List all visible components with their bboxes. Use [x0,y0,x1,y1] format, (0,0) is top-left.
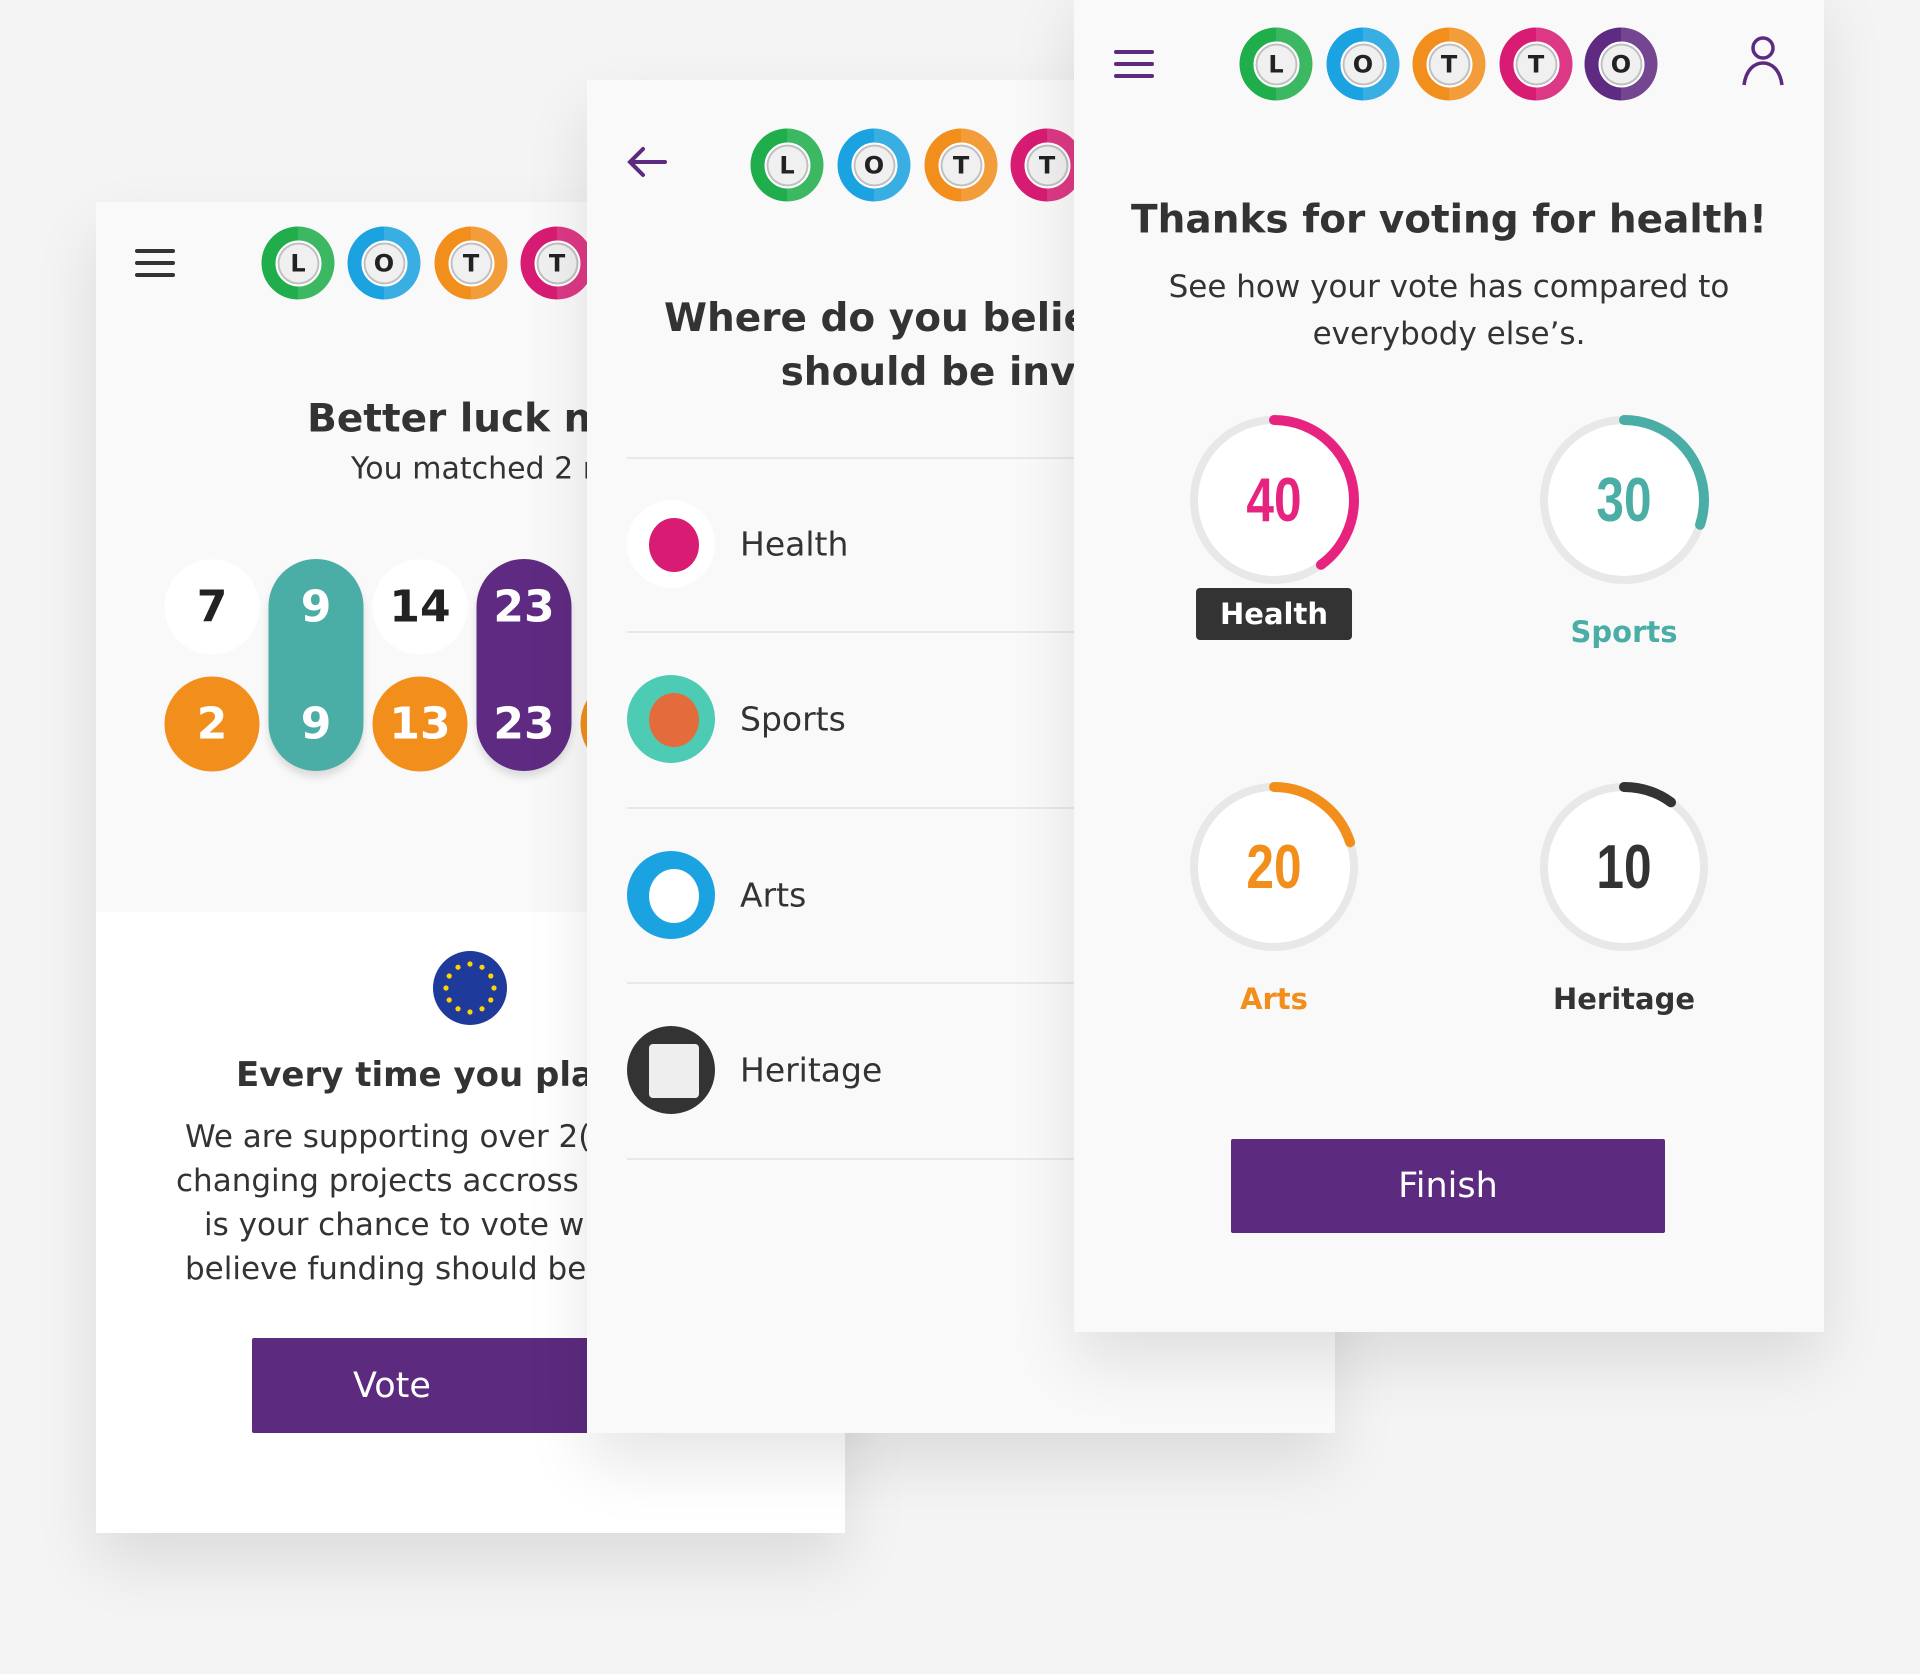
lotto-number: 7 [164,559,260,655]
logo-ball: T [434,226,508,300]
lotto-number: 9 [300,698,332,750]
result-label: Heritage [1552,982,1696,1016]
user-icon[interactable] [1740,35,1786,87]
selected-result-badge: Health [1196,588,1352,640]
logo-ball: T [1010,128,1084,202]
eu-body-line: believe funding should be [185,1251,587,1287]
thanks-subtitle: everybody else’s. [1312,316,1586,352]
gauge-value: 30 [1596,465,1652,535]
arrow-left-icon[interactable] [625,144,669,180]
vote-option-label: Arts [740,875,807,914]
logo-letter: L [275,240,321,286]
logo-letter: O [1340,41,1386,87]
logo-letter: T [1513,41,1559,87]
result-label: Sports [1570,615,1678,649]
vote-question-line: Where do you believe [664,296,1142,341]
lotto-number: 14 [372,559,468,655]
vote-button-label: Vote [353,1365,431,1406]
logo-ball: L [750,128,824,202]
eu-body-line: changing projects accross E [176,1163,609,1199]
football-icon [627,675,715,763]
logo-ball: T [520,226,594,300]
hamburger-icon[interactable] [135,241,175,285]
logo-ball: T [1499,27,1573,101]
finish-button[interactable]: Finish [1231,1139,1665,1233]
logo-ball: O [1326,27,1400,101]
lotto-number: 23 [493,581,555,633]
logo-letter: T [534,240,580,286]
logo-ball: T [1412,27,1486,101]
lotto-number: 13 [372,676,468,772]
lotto-number: 2 [164,676,260,772]
apple-icon [627,500,715,588]
gauge-value: 40 [1246,465,1302,535]
logo-ball: T [924,128,998,202]
logo-letter: T [1426,41,1472,87]
logo-letter: T [448,240,494,286]
result-gauge-arts: 20 [1184,777,1364,957]
gauge-value: 20 [1246,832,1302,902]
logo-ball: O [347,226,421,300]
gauge-value: 10 [1596,832,1652,902]
lotto-number: 23 [493,698,555,750]
logo-letter: L [1253,41,1299,87]
vote-option-label: Heritage [740,1050,883,1090]
result-gauge-sports: 30 [1534,410,1714,590]
logo-letter: O [1598,41,1644,87]
logo-letter: O [851,142,897,188]
eu-body-line: We are supporting over 2( [185,1119,591,1155]
lotto-number: 9 [300,581,332,633]
logo-ball: L [261,226,335,300]
eu-body-line: is your chance to vote w [204,1207,585,1243]
eu-flag-icon [433,951,507,1025]
thanks-title: Thanks for voting for health! [1131,197,1767,243]
logo-ball: L [1239,27,1313,101]
column-icon [627,1026,715,1114]
thanks-subtitle: See how your vote has compared to [1168,269,1730,305]
logo-letter: T [1024,142,1070,188]
logo-ball: O [837,128,911,202]
thanks-screen: LOTTO Thanks for voting for health! See … [1074,0,1824,1332]
finish-button-label: Finish [1398,1166,1498,1206]
vote-question: Where do you believe should be inves [664,292,1142,400]
logo-letter: O [361,240,407,286]
hamburger-icon[interactable] [1114,42,1154,86]
palette-icon [627,850,715,939]
result-gauge-health: 40 [1184,410,1364,590]
result-label: Arts [1240,982,1308,1016]
vote-option-label: Health [740,524,849,564]
result-gauge-heritage: 10 [1534,777,1714,957]
vote-option-label: Sports [740,699,846,739]
logo-letter: T [938,142,984,188]
logo-letter: L [764,142,810,188]
logo-ball: O [1584,27,1658,101]
vote-question-line: should be inves [780,350,1126,395]
